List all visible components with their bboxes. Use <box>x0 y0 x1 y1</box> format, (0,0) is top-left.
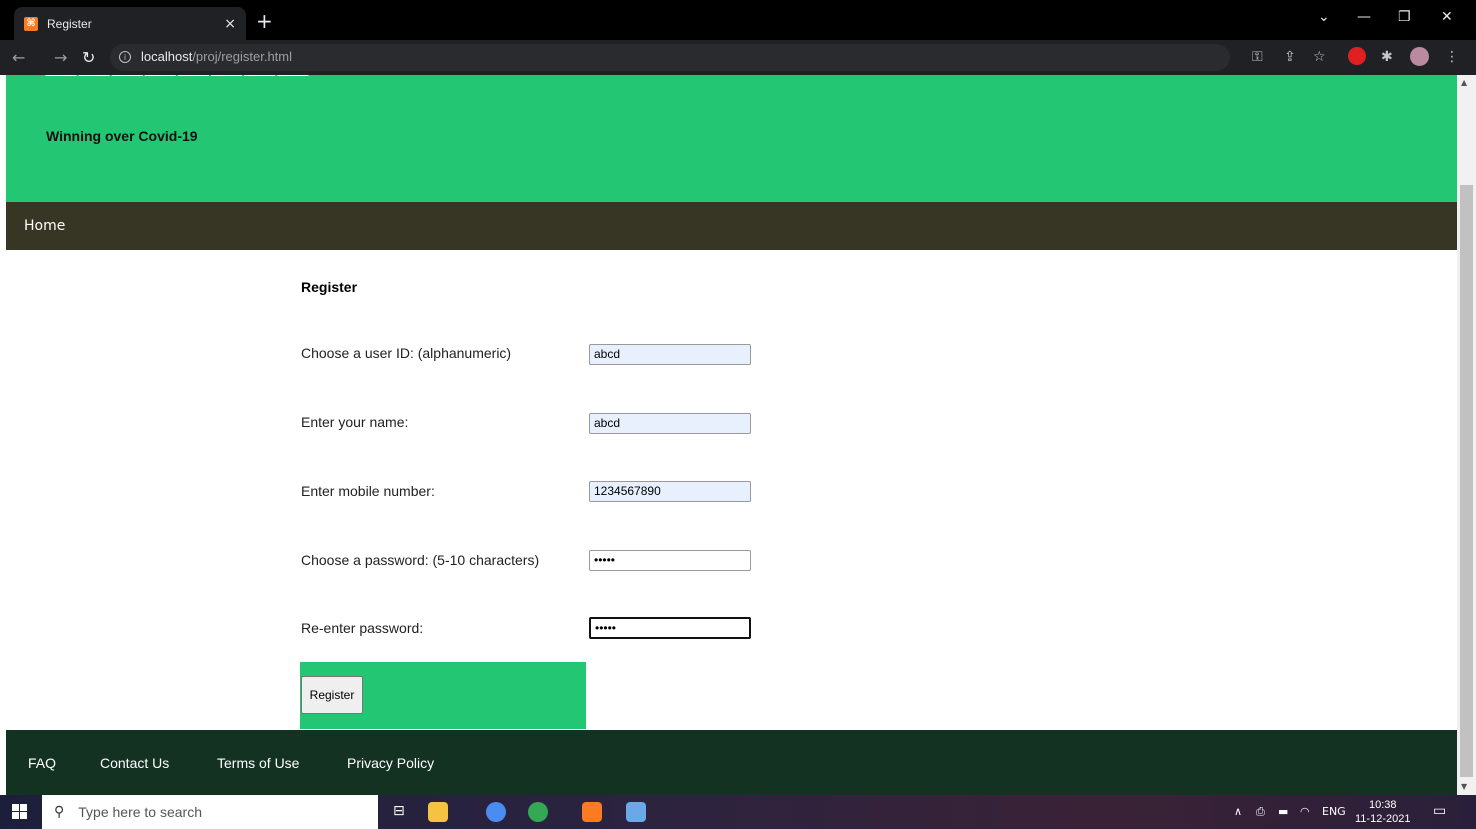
name-label: Enter your name: <box>301 414 409 430</box>
footer-link-contact[interactable]: Contact Us <box>100 755 169 771</box>
mobile-label: Enter mobile number: <box>301 483 435 499</box>
confirm-password-input[interactable]: ••••• <box>589 617 751 639</box>
clock-time: 10:38 <box>1368 799 1397 811</box>
taskbar-search-box[interactable]: ⚲ Type here to search <box>42 795 378 829</box>
share-icon[interactable]: ⇪ <box>1284 49 1296 65</box>
tab-close-icon[interactable]: × <box>224 16 236 32</box>
site-info-icon[interactable]: i <box>119 51 131 63</box>
register-heading: Register <box>301 279 358 295</box>
search-icon: ⚲ <box>54 804 65 820</box>
windows-taskbar: ⚲ Type here to search ⊟ ∧ ⎙ ▬ ◠ ENG 10:3… <box>0 795 1476 829</box>
browser-tab-register[interactable]: ⌘ Register × <box>14 7 246 40</box>
notifications-icon[interactable]: ▭ <box>1433 803 1446 819</box>
password-key-icon[interactable]: ⚿ <box>1252 49 1263 65</box>
wifi-icon[interactable]: ◠ <box>1300 805 1310 818</box>
tab-search-chevron-icon[interactable]: ⌄ <box>1318 9 1330 25</box>
address-url[interactable]: localhost/proj/register.html <box>141 49 292 64</box>
new-tab-button[interactable]: + <box>256 9 273 33</box>
register-button[interactable]: Register <box>301 676 363 714</box>
name-input[interactable]: abcd <box>589 413 751 434</box>
browser-toolbar: ← → ↻ i localhost/proj/register.html ⚿ ⇪… <box>0 40 1476 75</box>
site-header: ━━━━━━━━ Winning over Covid-19 <box>6 75 1457 202</box>
site-nav: Home <box>6 202 1457 250</box>
language-indicator[interactable]: ENG <box>1322 805 1346 818</box>
scrollbar-thumb[interactable] <box>1460 185 1473 777</box>
footer-link-privacy[interactable]: Privacy Policy <box>347 755 434 771</box>
user-id-label: Choose a user ID: (alphanumeric) <box>301 345 512 361</box>
close-window-icon[interactable]: ✕ <box>1441 9 1453 25</box>
scroll-up-arrow-icon[interactable]: ▲ <box>1461 78 1467 87</box>
nav-home-link[interactable]: Home <box>24 218 65 234</box>
site-tagline: Winning over Covid-19 <box>46 128 198 144</box>
url-path: /proj/register.html <box>192 49 293 64</box>
bookmark-star-icon[interactable]: ☆ <box>1313 49 1326 65</box>
mobile-input[interactable]: 1234567890 <box>589 481 751 502</box>
file-explorer-icon[interactable] <box>428 802 448 822</box>
page-scrollbar[interactable]: ▲ ▼ <box>1457 75 1476 795</box>
extensions-puzzle-icon[interactable]: ✱ <box>1381 49 1393 65</box>
minimize-icon[interactable]: — <box>1357 9 1371 25</box>
browser-tab-strip: ⌘ Register × + ⌄ — ❐ ✕ <box>0 0 1476 40</box>
user-id-input[interactable]: abcd <box>589 344 751 365</box>
reload-icon[interactable]: ↻ <box>82 48 95 67</box>
chrome-profile-icon[interactable] <box>528 802 548 822</box>
clock-date: 11-12-2021 <box>1355 813 1411 825</box>
forward-arrow-icon[interactable]: → <box>54 48 67 67</box>
password-input[interactable]: ••••• <box>589 550 751 571</box>
tab-title: Register <box>47 16 92 31</box>
menu-kebab-icon[interactable]: ⋮ <box>1445 49 1459 65</box>
xampp-favicon-icon: ⌘ <box>24 16 38 31</box>
windows-start-icon[interactable] <box>12 804 28 820</box>
task-view-icon[interactable]: ⊟ <box>393 803 405 819</box>
tray-device-icon[interactable]: ⎙ <box>1256 805 1265 819</box>
adblock-extension-icon[interactable] <box>1348 47 1366 65</box>
web-page: ━━━━━━━━ Winning over Covid-19 Home Regi… <box>6 75 1457 795</box>
taskbar-search-placeholder: Type here to search <box>78 804 203 820</box>
url-host: localhost <box>141 49 193 64</box>
password-label: Choose a password: (5-10 characters) <box>301 552 540 568</box>
tray-chevron-icon[interactable]: ∧ <box>1234 805 1242 818</box>
back-arrow-icon[interactable]: ← <box>12 48 25 67</box>
register-button-area: Register <box>300 662 586 729</box>
site-footer: FAQ Contact Us Terms of Use Privacy Poli… <box>6 730 1457 795</box>
site-logo-cropped: ━━━━━━━━ <box>46 75 311 101</box>
confirm-password-label: Re-enter password: <box>301 620 424 636</box>
footer-link-faq[interactable]: FAQ <box>28 755 56 771</box>
scroll-down-arrow-icon[interactable]: ▼ <box>1461 782 1467 791</box>
profile-avatar[interactable] <box>1410 47 1429 66</box>
taskbar-clock[interactable]: 10:38 11-12-2021 <box>1355 798 1410 826</box>
battery-icon[interactable]: ▬ <box>1278 805 1288 818</box>
xampp-icon[interactable] <box>582 802 602 822</box>
app-icon[interactable] <box>626 802 646 822</box>
chrome-icon[interactable] <box>486 802 506 822</box>
restore-icon[interactable]: ❐ <box>1398 9 1411 25</box>
footer-link-terms[interactable]: Terms of Use <box>217 755 299 771</box>
